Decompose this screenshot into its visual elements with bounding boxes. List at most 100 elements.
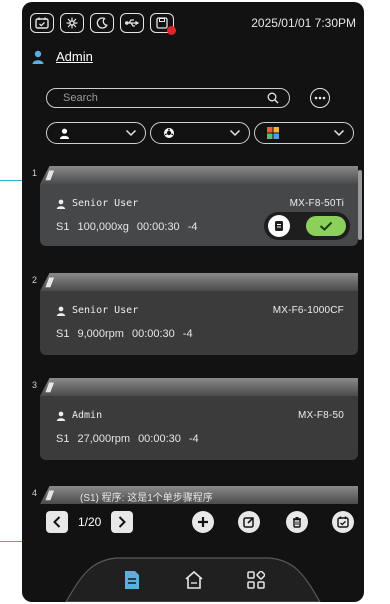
stripes-icon: ///	[46, 488, 53, 503]
device-screen: 2025/01/01 7:30PM Admin Search 1 /// Sen…	[22, 2, 364, 602]
filter-bar	[46, 122, 354, 144]
document-icon	[125, 571, 139, 589]
calendar-check-icon	[337, 516, 349, 528]
item-index: 4	[32, 488, 38, 498]
plus-icon	[198, 517, 208, 527]
stripes-icon: ///	[46, 275, 53, 290]
calendar-button[interactable]	[30, 13, 54, 33]
item-index: 3	[32, 380, 38, 390]
save-button[interactable]	[150, 13, 176, 35]
item-index: 2	[32, 275, 38, 285]
nav-documents[interactable]	[120, 568, 144, 592]
rotor-filter[interactable]	[150, 122, 250, 144]
item-temp: -4	[187, 221, 198, 233]
item-model: MX-F6-1000CF	[272, 305, 344, 316]
item-step: S1	[56, 221, 70, 233]
item-time: 00:00:30	[136, 221, 180, 233]
item-speed: 9,000rpm	[77, 328, 124, 340]
list-item[interactable]: 1 /// Senior User MX-F8-50Ti S1 100,000x…	[22, 166, 364, 254]
item-card[interactable]: Admin MX-F8-50 S1 27,000rpm 00:00:30 -4	[40, 396, 358, 460]
list-item[interactable]: 2 /// Senior User MX-F6-1000CF S1 9,000r…	[22, 273, 364, 357]
chevron-down-icon	[333, 129, 345, 137]
item-speed: 27,000rpm	[77, 433, 131, 445]
item-card[interactable]: Senior User MX-F6-1000CF S1 9,000rpm 00:…	[40, 291, 358, 355]
view-details-button[interactable]	[268, 215, 290, 237]
calendar-icon	[35, 17, 49, 29]
item-user-name: Senior User	[72, 305, 139, 316]
item-tab: ///	[40, 273, 358, 291]
bottom-nav	[22, 554, 364, 602]
item-step: S1	[56, 328, 70, 340]
prev-page-button[interactable]	[46, 511, 68, 533]
item-params: S1 27,000rpm 00:00:30 -4	[56, 433, 199, 445]
nav-home[interactable]	[182, 568, 206, 592]
item-card[interactable]: Senior User MX-F8-50Ti S1 100,000xg 00:0…	[40, 184, 358, 246]
user-name[interactable]: Admin	[56, 49, 93, 64]
item-time: 00:00:30	[131, 328, 175, 340]
item-user-name: Senior User	[72, 198, 139, 209]
item-user: Senior User	[56, 198, 138, 209]
list-item[interactable]: 4 /// (S1) 程序: 这是1个单步骤程序	[22, 486, 364, 504]
chevron-down-icon	[229, 129, 241, 137]
next-page-button[interactable]	[111, 511, 134, 533]
item-user: Senior User	[56, 305, 138, 316]
item-params: S1 9,000rpm 00:00:30 -4	[56, 328, 193, 340]
user-icon	[56, 199, 66, 209]
search-icon[interactable]	[267, 92, 279, 104]
edit-icon	[243, 516, 255, 528]
user-icon	[56, 306, 66, 316]
item-step: S1	[56, 433, 70, 445]
document-icon	[275, 221, 283, 231]
item-actions	[264, 212, 350, 240]
edit-button[interactable]	[238, 511, 260, 533]
item-user: Admin	[56, 410, 102, 421]
night-mode-button[interactable]	[90, 13, 114, 33]
nav-apps[interactable]	[244, 568, 268, 592]
user-icon	[56, 411, 66, 421]
user-icon	[32, 50, 44, 64]
color-filter[interactable]	[254, 122, 354, 144]
color-grid-icon	[267, 127, 279, 139]
snowflake-button[interactable]	[60, 13, 84, 33]
confirm-button[interactable]	[306, 216, 346, 236]
item-model: MX-F8-50	[297, 410, 344, 421]
more-icon	[314, 96, 326, 100]
item-user-name: Admin	[72, 410, 103, 421]
chevron-down-icon	[125, 129, 137, 137]
program-list: 1 /// Senior User MX-F8-50Ti S1 100,000x…	[22, 164, 364, 504]
item-temp: -4	[182, 328, 193, 340]
moon-icon	[96, 17, 108, 29]
trash-icon	[293, 517, 301, 528]
user-icon	[59, 128, 70, 139]
usb-icon	[125, 19, 139, 27]
list-scrollbar[interactable]	[358, 170, 362, 240]
pager: 1/20	[46, 511, 134, 533]
stripes-icon: ///	[46, 168, 53, 183]
page-indicator: 1/20	[78, 515, 102, 529]
datetime: 2025/01/01 7:30PM	[251, 16, 356, 30]
user-filter[interactable]	[46, 122, 146, 144]
item-temp: -4	[188, 433, 199, 445]
rotor-icon	[164, 128, 174, 138]
item-tab: ///	[40, 378, 358, 396]
alert-dot	[167, 26, 176, 35]
list-item[interactable]: 3 /// Admin MX-F8-50 S1 27,000rpm 00:00:…	[22, 378, 364, 462]
chevron-right-icon	[119, 516, 127, 528]
home-icon	[185, 570, 203, 589]
chevron-left-icon	[53, 516, 61, 528]
item-speed: 100,000xg	[77, 221, 129, 233]
search-input[interactable]	[57, 92, 267, 104]
add-button[interactable]	[192, 511, 214, 533]
item-title: (S1) 程序: 这是1个单步骤程序	[80, 493, 213, 504]
item-model: MX-F8-50Ti	[289, 198, 344, 209]
current-user[interactable]: Admin	[32, 49, 93, 64]
delete-button[interactable]	[286, 511, 308, 533]
snowflake-icon	[66, 17, 78, 29]
schedule-button[interactable]	[332, 511, 354, 533]
more-button[interactable]	[310, 88, 330, 108]
save-icon	[156, 17, 168, 29]
item-tab: ///	[40, 166, 358, 184]
status-bar: 2025/01/01 7:30PM	[22, 2, 364, 44]
search-box[interactable]	[46, 88, 290, 108]
usb-button[interactable]	[120, 13, 144, 33]
